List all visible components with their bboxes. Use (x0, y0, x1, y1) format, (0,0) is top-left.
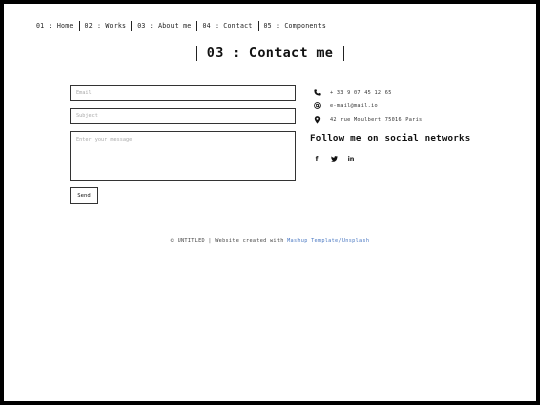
footer-text: © UNTITLED | Website created with (170, 238, 288, 244)
page-frame: 01 : Home 02 : Works 03 : About me 04 : … (4, 4, 536, 401)
nav-about[interactable]: 03 : About me (132, 22, 196, 30)
nav-home[interactable]: 01 : Home (36, 22, 79, 30)
facebook-icon[interactable]: f (312, 154, 322, 164)
nav-components[interactable]: 05 : Components (259, 22, 332, 30)
nav-works[interactable]: 02 : Works (80, 22, 132, 30)
footer: © UNTITLED | Website created with Mashup… (4, 238, 536, 244)
email-text: e-mail@mail.io (330, 102, 378, 109)
top-nav: 01 : Home 02 : Works 03 : About me 04 : … (36, 21, 331, 31)
email-row: e-mail@mail.io (314, 102, 378, 109)
address-text: 42 rue Moulbert 75016 Paris (330, 117, 423, 123)
heading-bar-right (343, 45, 345, 61)
follow-title: Follow me on social networks (310, 133, 471, 144)
page-heading: 03 : Contact me (4, 45, 536, 61)
phone-icon (314, 89, 326, 96)
at-icon (314, 102, 326, 109)
message-textarea[interactable] (70, 131, 296, 181)
twitter-icon[interactable] (329, 154, 339, 164)
phone-row: + 33 9 07 45 12 65 (314, 89, 392, 96)
subject-input[interactable] (70, 108, 296, 124)
phone-text: + 33 9 07 45 12 65 (330, 89, 392, 96)
footer-credit-link[interactable]: Mashup Template/Unsplash (287, 238, 369, 244)
address-row: 42 rue Moulbert 75016 Paris (314, 116, 422, 124)
linkedin-icon[interactable]: in (346, 154, 356, 164)
nav-contact[interactable]: 04 : Contact (197, 22, 257, 30)
email-input[interactable] (70, 85, 296, 101)
send-button[interactable]: Send (70, 187, 98, 204)
page-title: 03 : Contact me (206, 45, 334, 61)
map-pin-icon (314, 116, 326, 124)
